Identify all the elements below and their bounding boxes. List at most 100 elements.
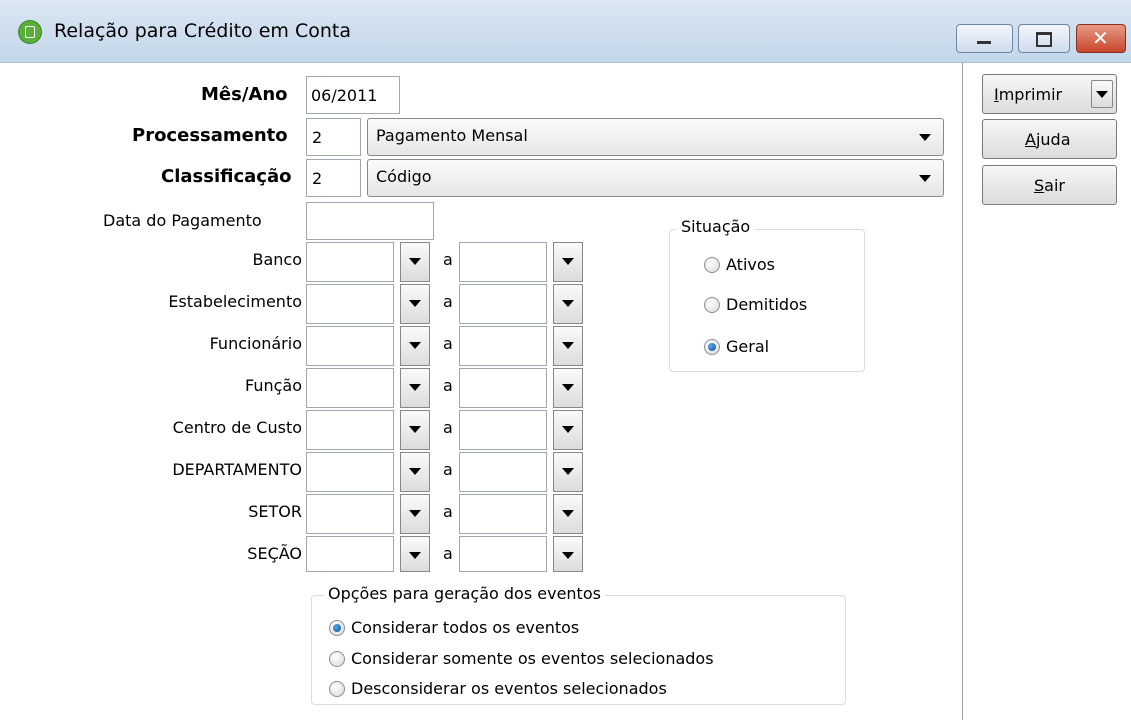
range-separator: a: [443, 292, 453, 311]
range-separator: a: [443, 334, 453, 353]
range-to-input[interactable]: [459, 494, 547, 534]
range-to-input[interactable]: [459, 410, 547, 450]
range-to-dropdown[interactable]: [553, 326, 583, 366]
close-button[interactable]: ✕: [1076, 24, 1126, 53]
radio-desconsiderar[interactable]: [329, 681, 345, 697]
chevron-down-icon: [919, 134, 931, 141]
situacao-title: Situação: [677, 217, 755, 236]
opcoes-title: Opções para geração dos eventos: [324, 584, 605, 603]
chevron-down-icon: [409, 510, 421, 517]
range-from-input[interactable]: [306, 410, 394, 450]
classificacao-select[interactable]: Código: [367, 159, 944, 197]
close-icon: ✕: [1092, 26, 1109, 50]
range-from-dropdown[interactable]: [400, 410, 430, 450]
range-from-dropdown[interactable]: [400, 452, 430, 492]
range-label: Centro de Custo: [172, 418, 302, 437]
classificacao-code-input[interactable]: 2: [306, 159, 361, 197]
range-to-input[interactable]: [459, 452, 547, 492]
range-from-dropdown[interactable]: [400, 494, 430, 534]
range-from-input[interactable]: [306, 284, 394, 324]
range-label: SEÇÃO: [247, 544, 302, 563]
range-to-dropdown[interactable]: [553, 410, 583, 450]
range-separator: a: [443, 418, 453, 437]
radio-considerar-selecionados[interactable]: [329, 651, 345, 667]
chevron-down-icon: [562, 468, 574, 475]
range-separator: a: [443, 502, 453, 521]
range-from-input[interactable]: [306, 536, 394, 572]
mes-ano-label: Mês/Ano: [201, 84, 288, 105]
mes-ano-input[interactable]: 06/2011: [306, 76, 400, 114]
app-icon: [18, 20, 42, 44]
range-from-input[interactable]: [306, 452, 394, 492]
processamento-label: Processamento: [132, 125, 288, 146]
maximize-button[interactable]: [1018, 24, 1070, 53]
classificacao-code: 2: [312, 169, 323, 188]
chevron-down-icon: [562, 510, 574, 517]
processamento-select[interactable]: Pagamento Mensal: [367, 118, 944, 156]
range-label: SETOR: [248, 502, 302, 521]
range-label: Funcionário: [209, 334, 302, 353]
range-to-input[interactable]: [459, 368, 547, 408]
range-from-dropdown[interactable]: [400, 368, 430, 408]
processamento-selected: Pagamento Mensal: [376, 126, 528, 145]
range-from-dropdown[interactable]: [400, 536, 430, 572]
imprimir-button[interactable]: Imprimir: [982, 74, 1117, 114]
radio-label: Considerar somente os eventos selecionad…: [351, 649, 714, 668]
data-pagamento-input[interactable]: [306, 202, 434, 240]
range-label: Banco: [252, 250, 302, 269]
minimize-button[interactable]: [956, 24, 1013, 53]
range-label: DEPARTAMENTO: [172, 460, 302, 479]
radio-ativos[interactable]: [704, 257, 720, 273]
chevron-down-icon: [562, 426, 574, 433]
chevron-down-icon: [409, 426, 421, 433]
sair-label: Sair: [1034, 176, 1065, 195]
range-from-input[interactable]: [306, 326, 394, 366]
range-to-dropdown[interactable]: [553, 368, 583, 408]
imprimir-label: Imprimir: [994, 85, 1063, 104]
radio-considerar-todos[interactable]: [329, 620, 345, 636]
chevron-down-icon: [562, 258, 574, 265]
chevron-down-icon: [409, 300, 421, 307]
range-label: Função: [245, 376, 302, 395]
range-to-dropdown[interactable]: [553, 494, 583, 534]
radio-label: Ativos: [726, 255, 775, 274]
classificacao-selected: Código: [376, 167, 432, 186]
radio-label: Demitidos: [726, 295, 808, 314]
panel-divider: [962, 62, 963, 720]
chevron-down-icon: [562, 384, 574, 391]
chevron-down-icon: [409, 342, 421, 349]
range-to-dropdown[interactable]: [553, 452, 583, 492]
range-separator: a: [443, 460, 453, 479]
data-pagamento-label: Data do Pagamento: [103, 211, 262, 230]
range-from-dropdown[interactable]: [400, 326, 430, 366]
range-from-input[interactable]: [306, 494, 394, 534]
chevron-down-icon: [409, 384, 421, 391]
range-label: Estabelecimento: [168, 292, 302, 311]
range-from-input[interactable]: [306, 368, 394, 408]
range-to-dropdown[interactable]: [553, 536, 583, 572]
chevron-down-icon: [919, 175, 931, 182]
range-filters: Banco a Estabelecimento a Funcionário a …: [0, 240, 600, 572]
range-to-dropdown[interactable]: [553, 284, 583, 324]
ajuda-button[interactable]: Ajuda: [982, 119, 1117, 159]
radio-label: Desconsiderar os eventos selecionados: [351, 679, 667, 698]
window-title: Relação para Crédito em Conta: [54, 20, 351, 42]
processamento-code-input[interactable]: 2: [306, 118, 361, 156]
range-from-input[interactable]: [306, 242, 394, 282]
range-to-dropdown[interactable]: [553, 242, 583, 282]
chevron-down-icon: [409, 468, 421, 475]
radio-label: Geral: [726, 337, 770, 356]
chevron-down-icon: [1096, 91, 1108, 98]
ajuda-label: Ajuda: [1025, 130, 1071, 149]
radio-geral[interactable]: [704, 339, 720, 355]
range-to-input[interactable]: [459, 326, 547, 366]
imprimir-dropdown[interactable]: [1091, 80, 1113, 108]
range-from-dropdown[interactable]: [400, 284, 430, 324]
range-from-dropdown[interactable]: [400, 242, 430, 282]
classificacao-label: Classificação: [161, 166, 292, 187]
range-to-input[interactable]: [459, 242, 547, 282]
range-to-input[interactable]: [459, 536, 547, 572]
sair-button[interactable]: Sair: [982, 165, 1117, 205]
range-to-input[interactable]: [459, 284, 547, 324]
radio-demitidos[interactable]: [704, 297, 720, 313]
